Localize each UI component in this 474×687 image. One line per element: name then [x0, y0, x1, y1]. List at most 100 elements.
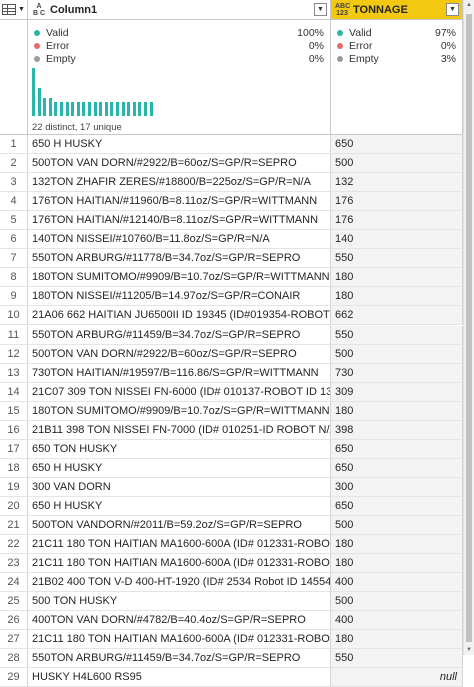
row-number[interactable]: 18 [0, 458, 28, 478]
cell-column1[interactable]: 176TON HAITIAN/#11960/B=8.11oz/S=GP/R=WI… [28, 192, 331, 212]
table-row[interactable]: 2 500TON VAN DORN/#2922/B=60oz/S=GP/R=SEP… [0, 154, 463, 174]
cell-tonnage[interactable]: 550 [331, 249, 463, 269]
cell-column1[interactable]: 300 VAN DORN [28, 477, 331, 497]
table-row[interactable]: 26 400TON VAN DORN/#4782/B=40.4oz/S=GP/R=… [0, 611, 463, 631]
cell-column1[interactable]: 650 H HUSKY [28, 135, 331, 154]
cell-tonnage[interactable]: 176 [331, 192, 463, 212]
histogram-bar[interactable] [32, 68, 35, 116]
row-number[interactable]: 16 [0, 420, 28, 440]
table-row[interactable]: 27 21C11 180 TON HAITIAN MA1600-600A (ID#… [0, 630, 463, 650]
table-row[interactable]: 19 300 VAN DORN 300 [0, 477, 463, 497]
histogram-bar[interactable] [132, 102, 136, 116]
any-type-icon[interactable]: ABC 123 [335, 3, 350, 17]
text-type-icon[interactable]: A B C [32, 3, 46, 17]
cell-column1[interactable]: 21B11 398 TON NISSEI FN-7000 (ID# 010251… [28, 420, 331, 440]
cell-column1[interactable]: 21C11 180 TON HAITIAN MA1600-600A (ID# 0… [28, 554, 331, 574]
cell-tonnage[interactable]: 140 [331, 230, 463, 250]
table-row[interactable]: 1 650 H HUSKY 650 [0, 135, 463, 154]
table-row[interactable]: 20 650 H HUSKY 650 [0, 496, 463, 516]
cell-tonnage[interactable]: 132 [331, 173, 463, 193]
histogram-bar[interactable] [60, 102, 63, 116]
cell-column1[interactable]: 176TON HAITIAN/#12140/B=8.11oz/S=GP/R=WI… [28, 211, 331, 231]
table-row[interactable]: 5 176TON HAITIAN/#12140/B=8.11oz/S=GP/R=W… [0, 211, 463, 231]
row-number[interactable]: 19 [0, 477, 28, 497]
cell-tonnage[interactable]: 500 [331, 154, 463, 174]
histogram-bar[interactable] [43, 97, 47, 116]
table-row[interactable]: 18 650 H HUSKY 650 [0, 458, 463, 478]
value-distribution-histogram[interactable] [32, 68, 172, 116]
cell-column1[interactable]: 650 TON HUSKY [28, 439, 331, 459]
cell-column1[interactable]: 21B02 400 TON V-D 400-HT-1920 (ID# 2534 … [28, 573, 331, 593]
cell-column1[interactable]: HUSKY H4L600 RS95 [28, 668, 331, 687]
row-number[interactable]: 1 [0, 135, 28, 154]
scrollbar-thumb[interactable] [466, 14, 472, 642]
cell-column1[interactable]: 550TON ARBURG/#11778/B=34.7oz/S=GP/R=SEP… [28, 249, 331, 269]
table-row[interactable]: 28 550TON ARBURG/#11459/B=34.7oz/S=GP/R=S… [0, 649, 463, 669]
table-row[interactable]: 4 176TON HAITIAN/#11960/B=8.11oz/S=GP/R=W… [0, 192, 463, 212]
filter-dropdown-icon[interactable]: ▼ [446, 3, 459, 16]
cell-tonnage[interactable]: 550 [331, 325, 463, 345]
cell-tonnage[interactable]: 180 [331, 401, 463, 421]
row-number[interactable]: 25 [0, 592, 28, 612]
cell-tonnage[interactable]: 500 [331, 344, 463, 364]
column-header-tonnage[interactable]: ABC 123 TONNAGE ▼ [331, 0, 463, 20]
histogram-bar[interactable] [88, 102, 91, 116]
cell-column1[interactable]: 132TON ZHAFIR ZERES/#18800/B=225oz/S=GP/… [28, 173, 331, 193]
scroll-up-icon[interactable]: ▲ [464, 2, 474, 8]
histogram-bar[interactable] [121, 102, 125, 116]
histogram-bar[interactable] [144, 102, 147, 116]
row-number[interactable]: 24 [0, 573, 28, 593]
table-row[interactable]: 16 21B11 398 TON NISSEI FN-7000 (ID# 0102… [0, 420, 463, 440]
row-number[interactable]: 20 [0, 496, 28, 516]
table-row[interactable]: 17 650 TON HUSKY 650 [0, 439, 463, 459]
filter-dropdown-icon[interactable]: ▼ [314, 3, 327, 16]
table-row[interactable]: 10 21A06 662 HAITIAN JU6500II ID 19345 (I… [0, 306, 463, 326]
cell-tonnage[interactable]: 300 [331, 477, 463, 497]
row-number[interactable]: 21 [0, 516, 28, 535]
cell-tonnage[interactable]: 650 [331, 135, 463, 154]
scroll-down-icon[interactable]: ▼ [464, 647, 474, 653]
vertical-scrollbar[interactable]: ▲ ▼ [463, 0, 474, 655]
cell-column1[interactable]: 140TON NISSEI/#10760/B=11.8oz/S=GP/R=N/A [28, 230, 331, 250]
table-row[interactable]: 25 500 TON HUSKY 500 [0, 592, 463, 612]
cell-tonnage[interactable]: 500 [331, 516, 463, 535]
row-number[interactable]: 27 [0, 630, 28, 650]
row-number[interactable]: 9 [0, 287, 28, 307]
table-row[interactable]: 21 500TON VANDORN/#2011/B=59.2oz/S=GP/R=S… [0, 516, 463, 535]
table-menu-button[interactable]: ▼ [0, 0, 28, 20]
row-number[interactable]: 11 [0, 325, 28, 345]
cell-tonnage[interactable]: 662 [331, 306, 463, 326]
row-number[interactable]: 2 [0, 154, 28, 174]
cell-tonnage[interactable]: 180 [331, 287, 463, 307]
histogram-bar[interactable] [138, 102, 142, 116]
row-number[interactable]: 14 [0, 382, 28, 402]
cell-column1[interactable]: 500TON VAN DORN/#2922/B=60oz/S=GP/R=SEPR… [28, 154, 331, 174]
table-row[interactable]: 8 180TON SUMITOMO/#9909/B=10.7oz/S=GP/R=W… [0, 268, 463, 288]
table-row[interactable]: 24 21B02 400 TON V-D 400-HT-1920 (ID# 253… [0, 573, 463, 593]
row-number[interactable]: 13 [0, 363, 28, 383]
cell-column1[interactable]: 180TON SUMITOMO/#9909/B=10.7oz/S=GP/R=WI… [28, 268, 331, 288]
row-number[interactable]: 28 [0, 649, 28, 669]
cell-column1[interactable]: 730TON HAITIAN/#19597/B=116.86/S=GP/R=WI… [28, 363, 331, 383]
cell-tonnage[interactable]: 650 [331, 439, 463, 459]
cell-column1[interactable]: 21C11 180 TON HAITIAN MA1600-600A (ID# 0… [28, 630, 331, 650]
cell-column1[interactable]: 21C07 309 TON NISSEI FN-6000 (ID# 010137… [28, 382, 331, 402]
cell-tonnage[interactable]: 176 [331, 211, 463, 231]
cell-tonnage[interactable]: 180 [331, 554, 463, 574]
table-row[interactable]: 22 21C11 180 TON HAITIAN MA1600-600A (ID#… [0, 535, 463, 555]
cell-tonnage[interactable]: 180 [331, 535, 463, 555]
cell-tonnage[interactable]: 180 [331, 630, 463, 650]
cell-column1[interactable]: 500 TON HUSKY [28, 592, 331, 612]
row-number[interactable]: 12 [0, 344, 28, 364]
cell-column1[interactable]: 500TON VANDORN/#2011/B=59.2oz/S=GP/R=SEP… [28, 516, 331, 535]
table-row[interactable]: 13 730TON HAITIAN/#19597/B=116.86/S=GP/R=… [0, 363, 463, 383]
cell-tonnage[interactable]: 650 [331, 496, 463, 516]
cell-column1[interactable]: 650 H HUSKY [28, 458, 331, 478]
cell-tonnage[interactable]: 730 [331, 363, 463, 383]
histogram-bar[interactable] [71, 102, 75, 116]
cell-tonnage[interactable]: 398 [331, 420, 463, 440]
row-number[interactable]: 6 [0, 230, 28, 250]
histogram-bar[interactable] [104, 102, 108, 116]
histogram-bar[interactable] [99, 102, 103, 116]
histogram-bar[interactable] [116, 102, 119, 116]
